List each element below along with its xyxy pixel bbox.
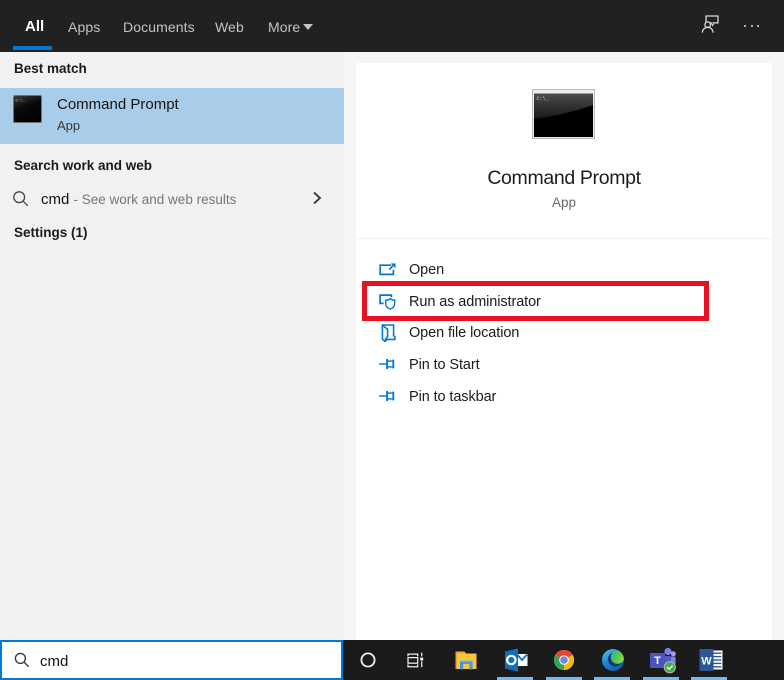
- svg-text:T: T: [654, 655, 661, 667]
- svg-text:C:\_: C:\_: [16, 99, 26, 104]
- svg-text:C:\_: C:\_: [537, 96, 550, 102]
- svg-text:W: W: [701, 656, 712, 668]
